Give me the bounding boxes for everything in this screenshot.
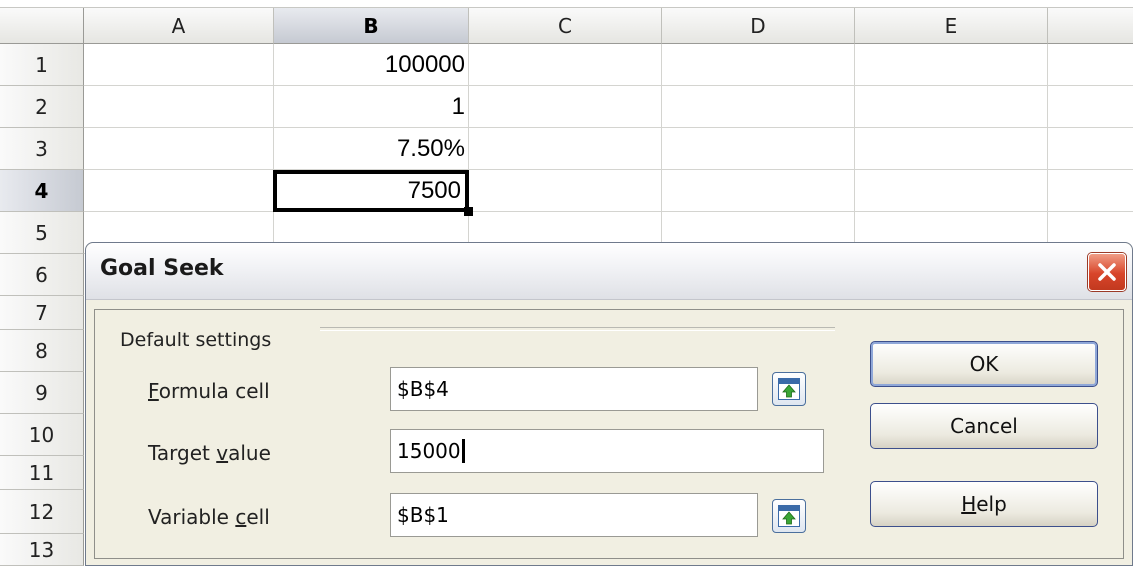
variable-cell-label-rest: ell [246, 505, 270, 529]
row-header-8[interactable]: 8 [0, 330, 84, 372]
column-header-b[interactable]: B [274, 8, 469, 44]
variable-cell-label-pre: Variable [148, 505, 236, 529]
row-header-4[interactable]: 4 [0, 170, 84, 212]
close-button[interactable] [1088, 253, 1126, 291]
grid-line [84, 169, 1133, 170]
cell-cursor [273, 170, 469, 212]
column-header-d[interactable]: D [662, 8, 855, 44]
formula-cell-label-rest: ormula cell [158, 379, 270, 403]
variable-cell-label: Variable cell [148, 505, 270, 529]
cancel-button[interactable]: Cancel [870, 403, 1098, 449]
formula-cell-label-accel: F [148, 379, 159, 403]
column-header-c[interactable]: C [469, 8, 662, 44]
variable-cell-input[interactable]: $B$1 [390, 493, 758, 537]
row-header-2[interactable]: 2 [0, 86, 84, 128]
text-caret [461, 439, 465, 463]
row-header-12[interactable]: 12 [0, 490, 84, 534]
cell-b2[interactable]: 1 [274, 86, 469, 128]
cell-b1[interactable]: 100000 [274, 44, 469, 86]
select-all-corner[interactable] [0, 8, 84, 44]
column-header-e[interactable]: E [855, 8, 1048, 44]
dialog-titlebar[interactable]: Goal Seek [86, 243, 1132, 300]
cell-b3[interactable]: 7.50% [274, 128, 469, 170]
row-header-10[interactable]: 10 [0, 414, 84, 456]
row-header-6[interactable]: 6 [0, 254, 84, 296]
grid-line [84, 85, 1133, 86]
shrink-icon [778, 505, 800, 527]
ok-button[interactable]: OK [870, 341, 1098, 387]
formula-cell-value: $B$4 [397, 377, 449, 401]
target-value-label: Target value [148, 441, 271, 465]
row-header-3[interactable]: 3 [0, 128, 84, 170]
grid-line [84, 211, 1133, 212]
group-separator [320, 327, 835, 331]
help-button[interactable]: Help [870, 481, 1098, 527]
target-value-input[interactable]: 15000 [390, 429, 824, 473]
row-header-13[interactable]: 13 [0, 534, 84, 566]
toolbar-edge [0, 0, 1133, 8]
target-value-label-pre: Target [148, 441, 217, 465]
dialog-title: Goal Seek [100, 256, 224, 281]
row-header-1[interactable]: 1 [0, 44, 84, 86]
goal-seek-dialog: Goal Seek Default settings Formula cell … [85, 242, 1133, 566]
column-header-a[interactable]: A [84, 8, 274, 44]
help-button-label-rest: elp [976, 492, 1007, 516]
column-header-f[interactable] [1048, 8, 1133, 44]
target-value-label-accel: v [216, 441, 229, 465]
group-label: Default settings [120, 329, 280, 351]
close-icon [1098, 263, 1116, 281]
formula-cell-input[interactable]: $B$4 [390, 367, 758, 411]
row-header-9[interactable]: 9 [0, 372, 84, 414]
fill-handle[interactable] [464, 207, 473, 216]
shrink-icon [778, 378, 800, 400]
help-button-accel: H [961, 492, 977, 516]
row-header-11[interactable]: 11 [0, 456, 84, 490]
variable-cell-label-accel: c [235, 505, 247, 529]
row-header-5[interactable]: 5 [0, 212, 84, 254]
grid-line [84, 127, 1133, 128]
formula-cell-shrink-button[interactable] [772, 372, 806, 406]
target-value-value: 15000 [397, 439, 461, 463]
variable-cell-value: $B$1 [397, 503, 449, 527]
variable-cell-shrink-button[interactable] [772, 499, 806, 533]
row-header-7[interactable]: 7 [0, 296, 84, 330]
formula-cell-label: Formula cell [148, 379, 270, 403]
target-value-label-rest: alue [228, 441, 271, 465]
